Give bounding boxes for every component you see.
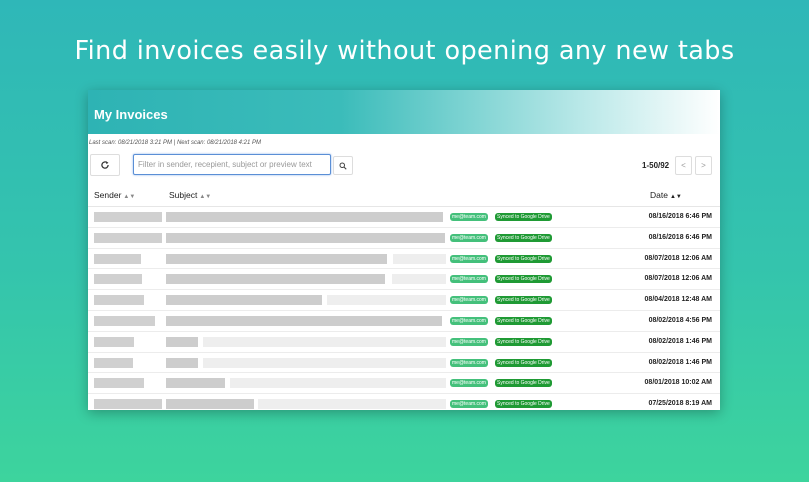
sender-placeholder: [94, 315, 155, 326]
sync-badge: Synced to Google Drive: [495, 275, 552, 284]
prev-page-button[interactable]: <: [675, 156, 692, 175]
invoice-list: me@team.com Synced to Google Drive 08/16…: [88, 207, 720, 410]
next-page-button[interactable]: >: [695, 156, 712, 175]
subject-placeholder: [166, 274, 385, 285]
email-badge: me@team.com: [450, 275, 488, 284]
subject-placeholder: [166, 315, 442, 326]
table-row[interactable]: me@team.com Synced to Google Drive 08/04…: [88, 290, 720, 311]
table-row[interactable]: me@team.com Synced to Google Drive 08/16…: [88, 207, 720, 228]
subject-placeholder: [166, 295, 322, 306]
sync-badge: Synced to Google Drive: [495, 400, 552, 409]
sender-placeholder: [94, 357, 133, 368]
row-date: 08/16/2018 6:46 PM: [648, 233, 712, 241]
date-column-header[interactable]: Date ▲▼: [650, 190, 682, 200]
subject-placeholder: [166, 399, 254, 410]
email-badge: me@team.com: [450, 316, 488, 325]
sender-placeholder: [94, 274, 142, 285]
table-row[interactable]: me@team.com Synced to Google Drive 08/02…: [88, 353, 720, 374]
subject-placeholder: [166, 378, 225, 389]
row-date: 08/02/2018 1:46 PM: [648, 337, 712, 345]
table-row[interactable]: me@team.com Synced to Google Drive 08/01…: [88, 373, 720, 395]
table-row[interactable]: me@team.com Synced to Google Drive 08/07…: [88, 269, 720, 291]
row-date: 08/07/2018 12:06 AM: [644, 275, 712, 283]
preview-placeholder: [203, 336, 446, 347]
row-date: 08/01/2018 10:02 AM: [644, 379, 712, 387]
sender-placeholder: [94, 232, 162, 243]
refresh-icon: [101, 161, 109, 169]
subject-column-label: Subject: [169, 190, 198, 200]
subject-placeholder: [166, 253, 387, 264]
email-badge: me@team.com: [450, 337, 488, 346]
row-date: 08/02/2018 4:56 PM: [648, 316, 712, 324]
toolbar: 1-50/92 < >: [88, 152, 720, 188]
sync-badge: Synced to Google Drive: [495, 296, 552, 305]
preview-placeholder: [392, 274, 446, 285]
row-date: 08/07/2018 12:06 AM: [644, 254, 712, 262]
panel-header: My Invoices: [88, 90, 720, 134]
sender-column-label: Sender: [94, 190, 122, 200]
sender-column-header[interactable]: Sender ▲▼: [94, 190, 135, 200]
sync-badge: Synced to Google Drive: [495, 213, 552, 221]
sync-badge: Synced to Google Drive: [495, 316, 552, 325]
row-date: 08/16/2018 6:46 PM: [648, 213, 712, 220]
preview-placeholder: [230, 378, 446, 389]
preview-placeholder: [203, 357, 446, 368]
sort-arrows-icon: ▲▼: [669, 194, 682, 200]
sender-placeholder: [94, 253, 141, 264]
email-badge: me@team.com: [450, 254, 488, 263]
sender-placeholder: [94, 336, 134, 347]
preview-placeholder: [258, 399, 446, 410]
subject-placeholder: [166, 357, 198, 368]
invoices-panel: My Invoices Last scan: 08/21/2018 3:21 P…: [88, 90, 720, 410]
email-badge: me@team.com: [450, 233, 488, 242]
row-date: 08/04/2018 12:48 AM: [644, 296, 712, 304]
email-badge: me@team.com: [450, 400, 488, 409]
row-date: 07/25/2018 8:19 AM: [648, 400, 712, 408]
preview-placeholder: [327, 295, 446, 306]
table-row[interactable]: me@team.com Synced to Google Drive 08/07…: [88, 249, 720, 270]
filter-input[interactable]: [133, 154, 331, 175]
email-badge: me@team.com: [450, 379, 488, 388]
pagination-count: 1-50/92: [642, 161, 670, 170]
preview-placeholder: [393, 253, 446, 264]
sender-placeholder: [94, 378, 144, 389]
sync-badge: Synced to Google Drive: [495, 254, 552, 263]
sync-badge: Synced to Google Drive: [495, 337, 552, 346]
sender-placeholder: [94, 295, 144, 306]
email-badge: me@team.com: [450, 213, 488, 221]
date-column-label: Date: [650, 190, 668, 200]
table-row[interactable]: me@team.com Synced to Google Drive 07/25…: [88, 394, 720, 410]
sort-arrows-icon: ▲▼: [199, 194, 212, 200]
sync-badge: Synced to Google Drive: [495, 379, 552, 388]
sync-badge: Synced to Google Drive: [495, 358, 552, 367]
subject-placeholder: [166, 232, 445, 243]
table-row[interactable]: me@team.com Synced to Google Drive 08/16…: [88, 228, 720, 249]
sender-placeholder: [94, 212, 162, 222]
row-date: 08/02/2018 1:46 PM: [648, 358, 712, 366]
sender-placeholder: [94, 399, 162, 410]
table-row[interactable]: me@team.com Synced to Google Drive 08/02…: [88, 332, 720, 353]
headline: Find invoices easily without opening any…: [74, 36, 735, 66]
email-badge: me@team.com: [450, 358, 488, 367]
subject-placeholder: [166, 336, 198, 347]
email-badge: me@team.com: [450, 296, 488, 305]
refresh-button[interactable]: [90, 154, 120, 176]
column-headers: Sender ▲▼ Subject ▲▼ Date ▲▼: [88, 188, 720, 207]
search-button[interactable]: [333, 156, 353, 175]
scan-info: Last scan: 08/21/2018 3:21 PM | Next sca…: [89, 140, 262, 146]
sync-badge: Synced to Google Drive: [495, 233, 552, 242]
subject-placeholder: [166, 212, 443, 222]
subject-column-header[interactable]: Subject ▲▼: [169, 190, 211, 200]
panel-title: My Invoices: [94, 107, 168, 122]
sort-arrows-icon: ▲▼: [123, 194, 136, 200]
search-icon: [339, 162, 347, 170]
table-row[interactable]: me@team.com Synced to Google Drive 08/02…: [88, 311, 720, 332]
